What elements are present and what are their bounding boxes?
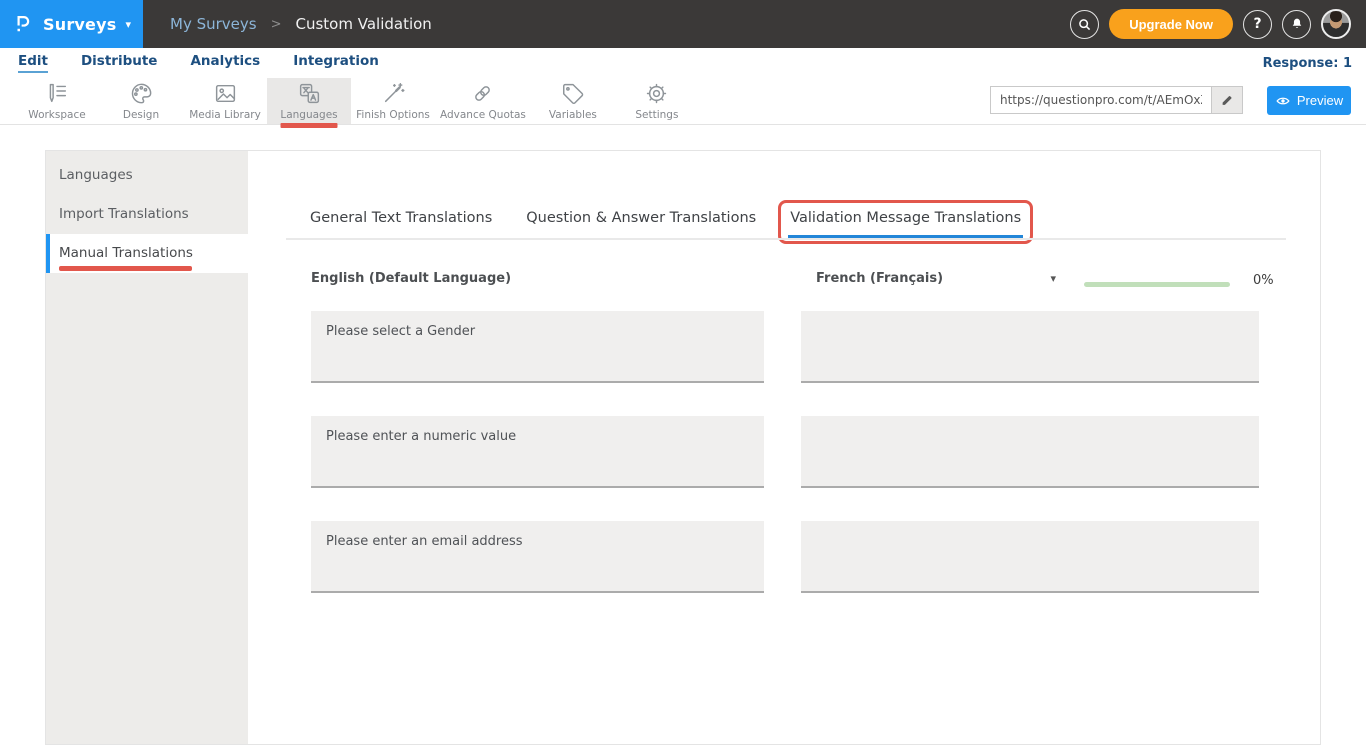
surveys-product-menu[interactable]: Surveys ▾ (0, 0, 143, 48)
translation-progress-bar (1084, 282, 1230, 287)
nav-edit[interactable]: Edit (18, 53, 48, 73)
nav-integration[interactable]: Integration (293, 53, 379, 73)
sidebar-item-manual-translations[interactable]: Manual Translations (46, 234, 248, 273)
toolbar-label: Media Library (189, 109, 261, 121)
source-language-label: English (Default Language) (311, 271, 511, 286)
translations-tabs: General Text Translations Question & Ans… (308, 203, 1023, 238)
target-language-dropdown[interactable]: French (Français) ▾ (816, 271, 1056, 286)
chevron-down-icon: ▾ (125, 18, 131, 31)
toolbar-label: Workspace (28, 109, 85, 121)
annotation-underline-languages (281, 123, 338, 128)
languages-panel: Languages Import Translations Manual Tra… (45, 150, 1321, 745)
nav-analytics[interactable]: Analytics (190, 53, 260, 73)
breadcrumb-my-surveys[interactable]: My Surveys (170, 15, 257, 33)
translation-input-field[interactable] (801, 521, 1259, 593)
toolbar-item-variables[interactable]: Variables (531, 78, 615, 124)
workspace-icon (45, 81, 70, 106)
sidebar-item-label: Manual Translations (59, 245, 193, 261)
product-name: Surveys (43, 15, 116, 34)
translations-main: General Text Translations Question & Ans… (248, 151, 1320, 744)
response-count: Response: 1 (1263, 48, 1352, 78)
breadcrumb-separator: > (271, 17, 282, 32)
sidebar-item-label: Import Translations (59, 206, 189, 222)
chevron-down-icon: ▾ (1050, 272, 1056, 285)
breadcrumb: My Surveys > Custom Validation (170, 15, 432, 33)
wand-icon (381, 81, 406, 106)
toolbar-label: Finish Options (356, 109, 430, 121)
toolbar-label: Advance Quotas (440, 109, 526, 121)
translation-input-field[interactable] (801, 416, 1259, 488)
toolbar-item-media-library[interactable]: Media Library (183, 78, 267, 124)
translate-icon (297, 81, 322, 106)
notifications-button[interactable] (1282, 10, 1311, 39)
gear-icon (644, 81, 669, 106)
top-bar: Surveys ▾ My Surveys > Custom Validation… (0, 0, 1366, 48)
eye-icon (1275, 94, 1291, 108)
sidebar-item-label: Languages (59, 167, 133, 183)
languages-sidebar: Languages Import Translations Manual Tra… (46, 151, 248, 744)
source-text-field[interactable]: Please select a Gender (311, 311, 764, 383)
tag-icon (560, 81, 585, 106)
toolbar-item-languages[interactable]: Languages (267, 78, 351, 124)
survey-url-input[interactable] (990, 86, 1211, 114)
source-text-field[interactable]: Please enter an email address (311, 521, 764, 593)
tab-label: General Text Translations (310, 210, 492, 226)
tab-question-answer-translations[interactable]: Question & Answer Translations (524, 203, 758, 238)
search-button[interactable] (1070, 10, 1099, 39)
toolbar-label: Design (123, 109, 159, 121)
sidebar-item-languages[interactable]: Languages (46, 156, 248, 195)
breadcrumb-current: Custom Validation (296, 15, 432, 33)
tab-validation-message-translations[interactable]: Validation Message Translations (788, 203, 1023, 238)
toolbar-item-design[interactable]: Design (99, 78, 183, 124)
toolbar-item-workspace[interactable]: Workspace (15, 78, 99, 124)
toolbar-label: Settings (635, 109, 678, 121)
pencil-icon (1220, 93, 1234, 107)
preview-button[interactable]: Preview (1267, 86, 1351, 115)
image-icon (213, 81, 238, 106)
bell-icon (1289, 16, 1305, 32)
nav-distribute[interactable]: Distribute (81, 53, 158, 73)
topbar-actions: Upgrade Now ? (1070, 9, 1366, 39)
preview-label: Preview (1297, 93, 1343, 108)
toolbar-item-finish-options[interactable]: Finish Options (351, 78, 435, 124)
questionpro-logo-icon (12, 13, 34, 35)
tab-label: Question & Answer Translations (526, 210, 756, 226)
avatar[interactable] (1321, 9, 1351, 39)
palette-icon (129, 81, 154, 106)
chain-links-icon (470, 81, 495, 106)
tabs-divider (286, 238, 1286, 240)
search-icon (1076, 16, 1093, 33)
sidebar-item-import-translations[interactable]: Import Translations (46, 195, 248, 234)
help-button[interactable]: ? (1243, 10, 1272, 39)
toolbar-label: Languages (280, 109, 337, 121)
toolbar-label: Variables (549, 109, 597, 121)
edit-url-button[interactable] (1211, 86, 1243, 114)
annotation-underline-manual-translations (59, 266, 192, 271)
target-language-label: French (Français) (816, 271, 943, 286)
survey-nav: Edit Distribute Analytics Integration (0, 48, 1366, 78)
translation-progress-percent: 0% (1253, 273, 1274, 288)
upgrade-now-button[interactable]: Upgrade Now (1109, 9, 1233, 39)
translation-input-field[interactable] (801, 311, 1259, 383)
survey-url-group (990, 86, 1243, 114)
toolbar-item-settings[interactable]: Settings (615, 78, 699, 124)
tab-label: Validation Message Translations (790, 210, 1021, 226)
tab-general-text-translations[interactable]: General Text Translations (308, 203, 494, 238)
question-mark-icon: ? (1253, 16, 1261, 32)
source-text-field[interactable]: Please enter a numeric value (311, 416, 764, 488)
toolbar-item-advance-quotas[interactable]: Advance Quotas (435, 78, 531, 124)
